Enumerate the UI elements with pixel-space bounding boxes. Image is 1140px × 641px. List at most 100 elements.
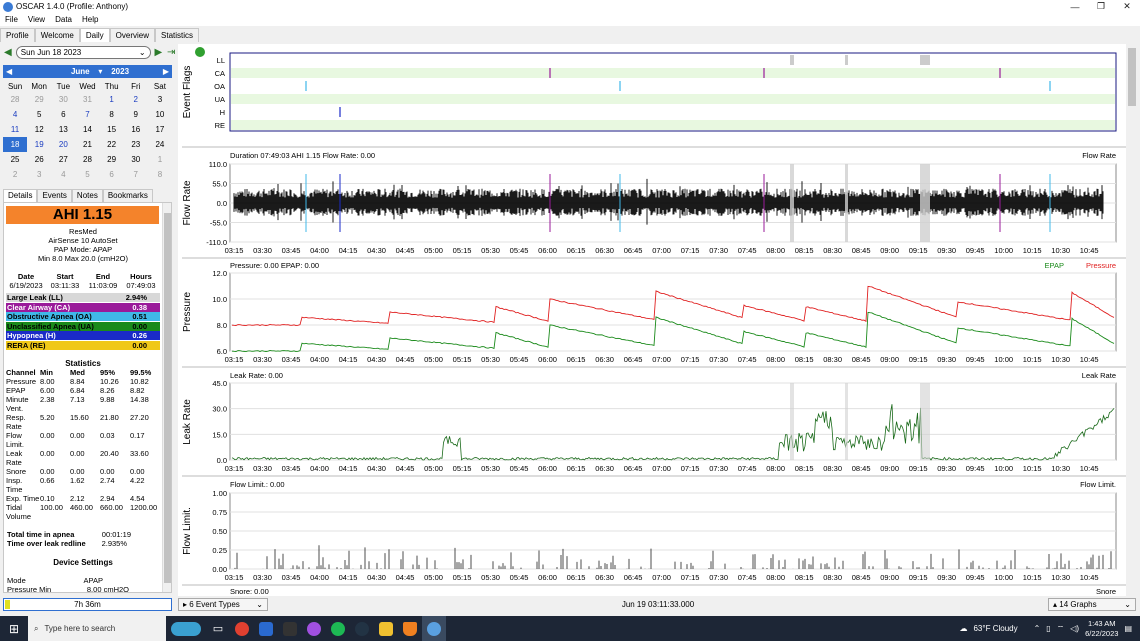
calendar-day[interactable]: 7 [124,167,148,182]
calendar-day[interactable]: 9 [124,107,148,122]
event-index-row[interactable]: Unclassified Apnea (UA) 0.00 [6,321,160,331]
graph-scrollbar-thumb[interactable] [1128,48,1136,106]
calendar-day[interactable]: 5 [75,167,99,182]
steam-icon[interactable] [350,616,374,641]
menu-file[interactable]: File [0,15,23,24]
calendar-day[interactable]: 17 [148,122,172,137]
prev-day-arrow-icon[interactable]: ◀ [3,47,13,58]
messenger-icon[interactable] [302,616,326,641]
tab-bookmarks[interactable]: Bookmarks [102,189,153,202]
scrollbar-thumb[interactable] [164,213,171,583]
calendar-day[interactable]: 6 [100,167,124,182]
calendar-year[interactable]: 2023 [111,67,129,76]
calendar-day[interactable]: 10 [148,107,172,122]
minimize-button[interactable]: — [1062,2,1088,12]
calendar-day[interactable]: 22 [100,137,124,152]
calendar-day[interactable]: 3 [148,92,172,107]
oscar-taskbar-icon[interactable] [422,616,446,641]
calendar-day[interactable]: 21 [75,137,99,152]
graphs-dropdown[interactable]: ▴ 14 Graphs ⌄ [1048,598,1136,611]
event-index-row[interactable]: Large Leak (LL) 2.94% [6,293,160,302]
month-dropdown-icon[interactable]: ▾ [98,67,102,76]
calendar-day[interactable]: 8 [148,167,172,182]
network-icon[interactable]: ⌔ [1057,624,1065,634]
details-scrollbar[interactable] [162,203,171,592]
battery-icon[interactable]: ▯ [1046,624,1050,633]
weather-icon[interactable]: ☁ [959,624,967,633]
terminal-icon[interactable] [278,616,302,641]
calendar-day[interactable]: 28 [75,152,99,167]
graphs-canvas[interactable]: LL CA OA UA H RE Event Flags Duration 07:49:03 … [178,44,1126,596]
calendar-day[interactable]: 6 [51,107,75,122]
prev-month-icon[interactable]: ◀ [6,67,12,76]
tab-details[interactable]: Details [3,189,38,202]
calendar-day[interactable]: 8 [100,107,124,122]
menu-data[interactable]: Data [50,15,77,24]
widgets-icon[interactable] [166,616,206,641]
tab-statistics[interactable]: Statistics [155,28,200,42]
calendar-day[interactable]: 12 [27,122,51,137]
calendar-day[interactable]: 23 [124,137,148,152]
date-picker[interactable]: Sun Jun 18 2023 ⌄ [15,45,151,59]
calendar-day[interactable]: 29 [100,152,124,167]
calendar-day[interactable]: 2 [124,92,148,107]
event-index-row[interactable]: Obstructive Apnea (OA) 0.51 [6,312,160,321]
calendar-day[interactable]: 1 [148,152,172,167]
task-view-icon[interactable]: ▭ [206,616,230,641]
taskbar-search[interactable]: ⌕ Type here to search [28,616,166,641]
close-button[interactable]: ✕ [1114,1,1140,12]
file-explorer-icon[interactable] [374,616,398,641]
calendar-day[interactable]: 2 [3,167,27,182]
notification-icon[interactable]: ▤ [1124,624,1132,633]
event-index-row[interactable]: Hypopnea (H) 0.26 [6,331,160,340]
calendar-day[interactable]: 5 [27,107,51,122]
calendar-day[interactable]: 28 [3,92,27,107]
event-index-row[interactable]: RERA (RE) 0.00 [6,340,160,350]
tray-chevron-icon[interactable]: ⌃ [1034,624,1041,633]
calendar-day[interactable]: 29 [27,92,51,107]
windows-start-icon[interactable]: ⊞ [0,622,28,636]
next-month-icon[interactable]: ▶ [163,67,169,76]
volume-icon[interactable]: ◁) [1070,624,1079,633]
calendar-day[interactable]: 19 [27,137,51,152]
weather-text[interactable]: 63°F Cloudy [973,624,1017,633]
calendar-day[interactable]: 3 [27,167,51,182]
next-day-arrow-icon[interactable]: ▶ [154,47,164,58]
menu-help[interactable]: Help [77,15,103,24]
tab-welcome[interactable]: Welcome [34,28,80,42]
calendar-day[interactable]: 1 [100,92,124,107]
event-index-row[interactable]: Clear Airway (CA) 0.38 [6,302,160,312]
chrome-icon[interactable] [230,616,254,641]
calendar-day[interactable]: 13 [51,122,75,137]
calendar-day[interactable]: 26 [27,152,51,167]
last-day-arrow-icon[interactable]: ⇥ [166,47,176,58]
calendar-day[interactable]: 30 [51,92,75,107]
tab-profile[interactable]: Profile [0,28,35,42]
app-icon[interactable] [254,616,278,641]
tab-overview[interactable]: Overview [109,28,156,42]
calendar-day[interactable]: 20 [51,137,75,152]
calendar-day[interactable]: 11 [3,122,27,137]
vlc-icon[interactable] [398,616,422,641]
calendar-day[interactable]: 24 [148,137,172,152]
menu-view[interactable]: View [23,15,50,24]
event-types-dropdown[interactable]: ▸ 6 Event Types ⌄ [178,598,268,611]
calendar-day-selected[interactable]: 18 [3,137,28,152]
calendar-day[interactable]: 7 [75,107,99,122]
calendar-day[interactable]: 27 [51,152,75,167]
tab-events[interactable]: Events [37,189,72,202]
tab-daily[interactable]: Daily [79,28,110,42]
calendar-day[interactable]: 16 [124,122,148,137]
calendar-day[interactable]: 4 [3,107,27,122]
calendar-day[interactable]: 14 [75,122,99,137]
graph-scrollbar[interactable] [1127,44,1137,596]
calendar-month[interactable]: June [71,67,90,76]
spotify-icon[interactable] [326,616,350,641]
calendar-day[interactable]: 15 [100,122,124,137]
restore-button[interactable]: ❐ [1088,1,1114,12]
tab-notes[interactable]: Notes [71,189,103,202]
calendar-day[interactable]: 30 [124,152,148,167]
calendar-day[interactable]: 25 [3,152,27,167]
taskbar-clock[interactable]: 1:43 AM 6/22/2023 [1085,619,1118,639]
calendar-day[interactable]: 4 [51,167,75,182]
